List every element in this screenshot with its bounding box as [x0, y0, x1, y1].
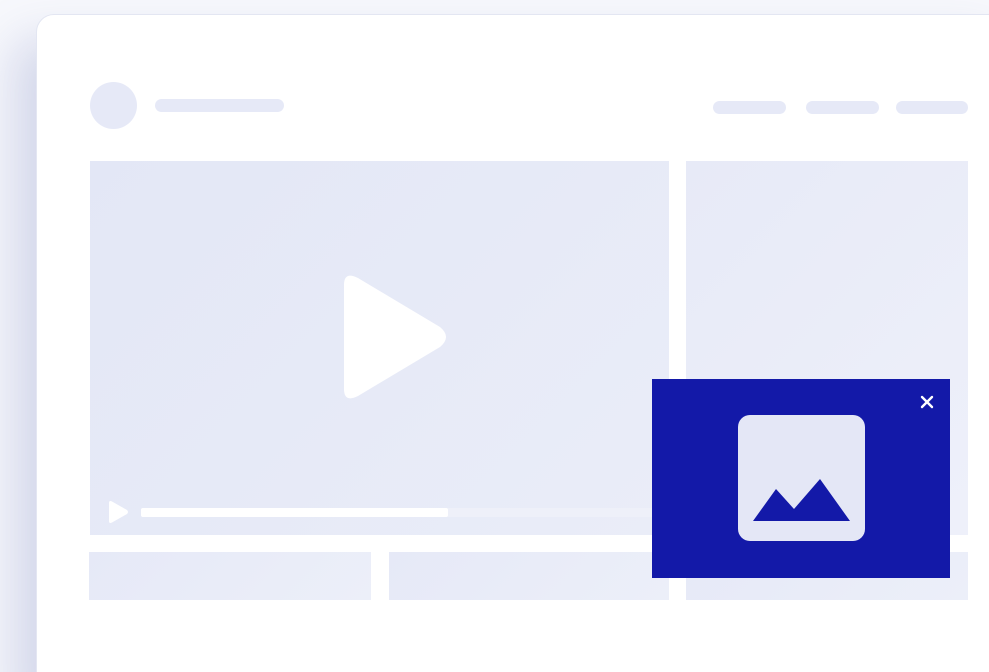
screen: [0, 0, 989, 672]
video-progress-bar[interactable]: [141, 508, 661, 517]
site-logo-placeholder: [90, 82, 137, 129]
control-play-icon[interactable]: [107, 500, 129, 524]
content-card[interactable]: [89, 552, 371, 600]
nav-item-3[interactable]: [896, 101, 968, 114]
nav-item-2[interactable]: [806, 101, 879, 114]
ad-image-placeholder: [738, 415, 865, 541]
video-progress-fill: [141, 508, 448, 517]
mountain-image-icon: [753, 479, 850, 521]
content-card[interactable]: [389, 552, 669, 600]
play-icon[interactable]: [330, 271, 450, 403]
site-title-placeholder: [155, 99, 284, 112]
nav-item-1[interactable]: [713, 101, 786, 114]
close-icon[interactable]: [915, 390, 939, 414]
